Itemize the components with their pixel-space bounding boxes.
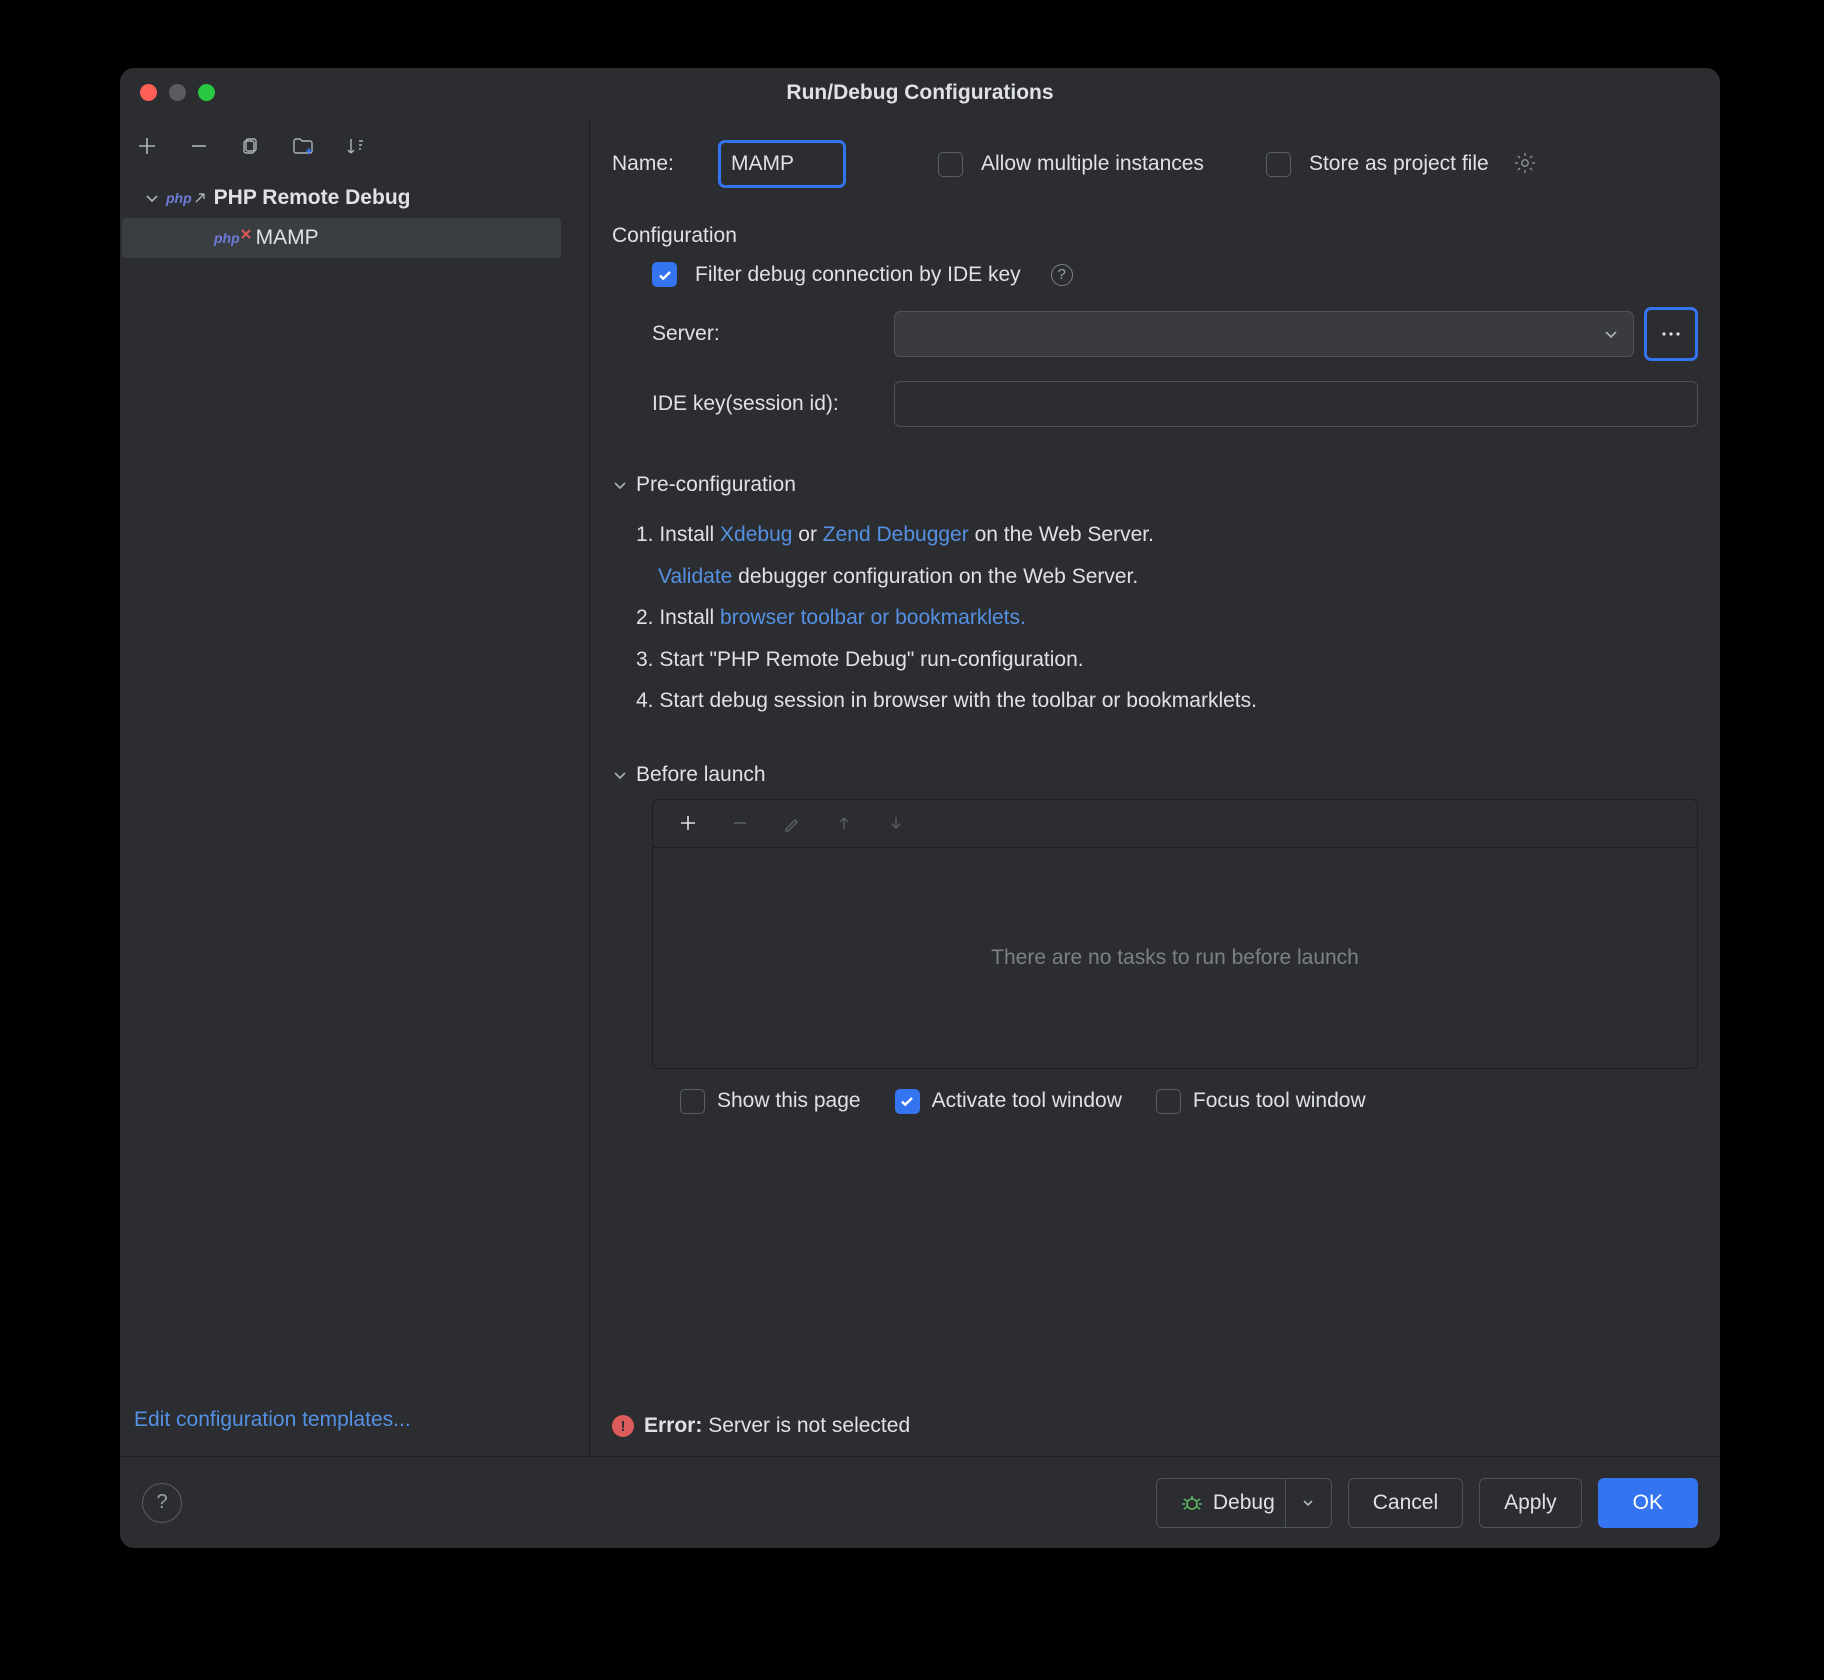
close-icon[interactable]: [140, 84, 157, 101]
tree-group-php-remote-debug[interactable]: php PHP Remote Debug: [120, 178, 589, 218]
sidebar-toolbar: [120, 118, 589, 174]
xdebug-link[interactable]: Xdebug: [720, 523, 792, 546]
filter-ide-key-label: Filter debug connection by IDE key: [695, 263, 1021, 287]
tree-item-mamp[interactable]: php MAMP: [122, 218, 561, 258]
sidebar: php PHP Remote Debug php MAMP Edit confi…: [120, 118, 590, 1456]
zend-link[interactable]: Zend Debugger: [823, 523, 969, 546]
add-icon[interactable]: [675, 810, 701, 836]
focus-checkbox[interactable]: [1156, 1089, 1181, 1114]
ide-key-input[interactable]: [894, 381, 1698, 427]
before-launch-header[interactable]: Before launch: [612, 763, 1698, 787]
preconfig-header[interactable]: Pre-configuration: [612, 473, 1698, 497]
window-title: Run/Debug Configurations: [120, 81, 1720, 105]
list-item: 2. Install browser toolbar or bookmarkle…: [636, 602, 1698, 634]
bug-icon: [1181, 1492, 1203, 1514]
list-item: 3. Start "PHP Remote Debug" run-configur…: [636, 644, 1698, 676]
help-icon[interactable]: ?: [1051, 264, 1073, 286]
edit-icon: [779, 810, 805, 836]
error-message: Server is not selected: [702, 1414, 910, 1437]
php-icon: php: [166, 190, 192, 206]
check-icon: [899, 1093, 915, 1109]
tree-group-label: PHP Remote Debug: [214, 186, 411, 210]
gear-icon[interactable]: [1513, 151, 1539, 177]
chevron-down-icon: [1301, 1496, 1315, 1510]
preconfig-title: Pre-configuration: [636, 473, 796, 497]
server-select[interactable]: [894, 311, 1634, 357]
move-down-icon: [883, 810, 909, 836]
allow-multiple-label: Allow multiple instances: [981, 152, 1204, 176]
validate-link[interactable]: Validate: [658, 565, 732, 588]
zoom-icon[interactable]: [198, 84, 215, 101]
list-item: 1. Install Xdebug or Zend Debugger on th…: [636, 519, 1698, 551]
chevron-down-icon: [1603, 326, 1619, 342]
chevron-down-icon: [612, 477, 628, 493]
tree-item-label: MAMP: [256, 226, 319, 250]
config-tree: php PHP Remote Debug php MAMP: [120, 174, 589, 258]
list-item: Validate debugger configuration on the W…: [636, 561, 1698, 593]
add-icon[interactable]: [134, 133, 160, 159]
before-launch-list: There are no tasks to run before launch: [652, 799, 1698, 1069]
check-icon: [657, 267, 673, 283]
server-browse-button[interactable]: [1644, 307, 1698, 361]
allow-multiple-checkbox[interactable]: [938, 152, 963, 177]
store-project-checkbox[interactable]: [1266, 152, 1291, 177]
folder-add-icon[interactable]: [290, 133, 316, 159]
cancel-button[interactable]: Cancel: [1348, 1478, 1463, 1528]
help-button[interactable]: ?: [142, 1483, 182, 1523]
ide-key-label: IDE key(session id):: [652, 392, 894, 416]
before-launch-title: Before launch: [636, 763, 766, 787]
remove-icon[interactable]: [186, 133, 212, 159]
bookmarklets-link[interactable]: browser toolbar or bookmarklets.: [720, 606, 1026, 629]
window-controls: [120, 84, 215, 101]
chevron-down-icon: [144, 190, 160, 206]
store-project-label: Store as project file: [1309, 152, 1489, 176]
error-icon: !: [612, 1415, 634, 1437]
dialog-footer: ? Debug Cancel Apply OK: [120, 1456, 1720, 1548]
before-launch-empty: There are no tasks to run before launch: [653, 848, 1697, 1068]
php-icon: php: [214, 230, 240, 246]
server-label: Server:: [652, 322, 894, 346]
minimize-icon: [169, 84, 186, 101]
debug-button[interactable]: Debug: [1156, 1478, 1332, 1528]
show-page-label: Show this page: [717, 1089, 861, 1113]
run-debug-config-dialog: Run/Debug Configurations php PHP Remote …: [120, 68, 1720, 1548]
show-page-checkbox[interactable]: [680, 1089, 705, 1114]
config-section-title: Configuration: [612, 224, 1698, 248]
ellipsis-icon: [1661, 331, 1681, 337]
sort-icon[interactable]: [342, 133, 368, 159]
name-input[interactable]: [718, 140, 846, 188]
activate-checkbox[interactable]: [895, 1089, 920, 1114]
debug-dropdown[interactable]: [1285, 1479, 1331, 1527]
list-item: 4. Start debug session in browser with t…: [636, 685, 1698, 717]
filter-ide-key-checkbox[interactable]: [652, 262, 677, 287]
focus-label: Focus tool window: [1193, 1089, 1366, 1113]
name-label: Name:: [612, 152, 700, 176]
move-up-icon: [831, 810, 857, 836]
copy-icon[interactable]: [238, 133, 264, 159]
error-badge-icon: [240, 228, 252, 240]
edit-templates-link[interactable]: Edit configuration templates...: [134, 1408, 411, 1431]
activate-label: Activate tool window: [932, 1089, 1122, 1113]
titlebar: Run/Debug Configurations: [120, 68, 1720, 118]
preconfig-steps: 1. Install Xdebug or Zend Debugger on th…: [612, 509, 1698, 717]
apply-button[interactable]: Apply: [1479, 1478, 1582, 1528]
remove-icon: [727, 810, 753, 836]
main-panel: Name: Allow multiple instances Store as …: [590, 118, 1720, 1456]
ok-button[interactable]: OK: [1598, 1478, 1698, 1528]
error-row: ! Error: Server is not selected: [612, 1384, 1698, 1438]
arrow-icon: [194, 192, 206, 204]
error-label: Error:: [644, 1414, 702, 1437]
chevron-down-icon: [612, 767, 628, 783]
